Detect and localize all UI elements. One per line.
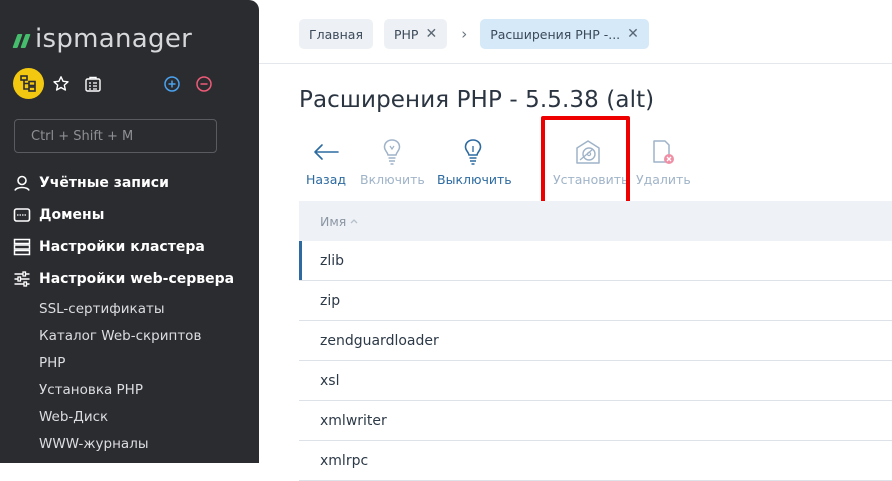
disable-button-label: Выключить [437, 172, 512, 187]
nav-item-cluster-settings[interactable]: Настройки кластера [13, 236, 205, 258]
nav-item-accounts[interactable]: Учётные записи [13, 172, 169, 194]
sidebar: ispmanager Ctrl + Shift + M Учётные запи… [0, 0, 259, 463]
tree-icon [20, 75, 36, 92]
table-row[interactable]: zip [299, 281, 892, 321]
domain-icon [13, 208, 31, 222]
breadcrumb-php[interactable]: PHP ✕ [384, 19, 448, 49]
row-name: xmlrpc [320, 452, 369, 469]
chevron-right-icon: › [461, 25, 468, 43]
row-name: zlib [320, 252, 345, 269]
logo[interactable]: ispmanager [12, 24, 193, 54]
table-row[interactable]: xmlwriter [299, 401, 892, 441]
enable-button-label: Включить [360, 172, 425, 187]
breadcrumb-label: PHP [394, 26, 419, 42]
header-divider [259, 63, 892, 64]
logo-text: ispmanager [35, 24, 193, 54]
logo-mark-icon [12, 33, 31, 48]
nav-item-label: Настройки кластера [39, 239, 205, 255]
column-header-name[interactable]: Имя [320, 214, 346, 229]
table-row[interactable]: zendguardloader [299, 321, 892, 361]
breadcrumb-home[interactable]: Главная [299, 19, 373, 49]
table-row[interactable]: xmlrpc [299, 441, 892, 481]
add-circle-icon[interactable] [163, 75, 181, 93]
breadcrumb: Главная PHP ✕ › Расширения PHP -... ✕ [299, 19, 660, 49]
user-icon [14, 175, 30, 191]
breadcrumb-label: Главная [309, 26, 363, 42]
table-header[interactable]: Имя [299, 201, 892, 241]
lightbulb-on-icon [383, 139, 401, 165]
page-title: Расширения PHP - 5.5.38 (alt) [299, 87, 655, 113]
delete-button[interactable]: Удалить [636, 136, 691, 187]
row-name: zip [320, 292, 341, 309]
delete-icon [653, 140, 674, 164]
back-button-label: Назад [305, 172, 346, 187]
close-icon[interactable]: ✕ [627, 26, 639, 42]
quick-actions [13, 68, 243, 100]
arrow-left-icon [314, 144, 339, 160]
sub-item-web-scripts-catalog[interactable]: Каталог Web-скриптов [39, 328, 201, 344]
close-icon[interactable]: ✕ [425, 26, 437, 42]
server-rack-icon [13, 238, 31, 256]
nav-item-label: Домены [39, 207, 105, 223]
sub-item-php[interactable]: PHP [39, 355, 65, 371]
sub-item-ssl-certificates[interactable]: SSL-сертификаты [39, 301, 165, 317]
row-name: xsl [320, 372, 340, 389]
dashboard-icon[interactable] [84, 75, 102, 93]
sub-item-www-logs[interactable]: WWW-журналы [39, 436, 148, 452]
remove-circle-icon[interactable] [195, 75, 213, 93]
nav-item-webserver-settings[interactable]: Настройки web-сервера [13, 268, 234, 290]
sub-item-php-install[interactable]: Установка PHP [39, 382, 143, 398]
sub-item-web-disk[interactable]: Web-Диск [39, 409, 108, 425]
nav-item-domains[interactable]: Домены [13, 204, 104, 226]
sliders-icon [14, 271, 30, 287]
breadcrumb-php-extensions[interactable]: Расширения PHP -... ✕ [480, 19, 649, 49]
delete-button-label: Удалить [636, 172, 691, 187]
back-button[interactable]: Назад [303, 136, 349, 187]
menu-search-input[interactable] [14, 119, 217, 153]
lightbulb-off-icon [464, 139, 482, 165]
nav-item-label: Настройки web-сервера [39, 271, 235, 287]
disable-button[interactable]: Выключить [437, 136, 512, 187]
sort-asc-icon[interactable] [349, 217, 359, 225]
star-icon[interactable] [52, 75, 70, 93]
row-name: zendguardloader [320, 332, 439, 349]
row-name: xmlwriter [320, 412, 387, 429]
breadcrumb-label: Расширения PHP -... [490, 26, 621, 42]
extensions-table: Имя zlib zip zendguardloader xsl xmlwrit… [299, 201, 892, 481]
table-row[interactable]: xsl [299, 361, 892, 401]
enable-button[interactable]: Включить [360, 136, 425, 187]
table-row[interactable]: zlib [299, 241, 892, 281]
highlight-box [541, 116, 630, 205]
nav-item-label: Учётные записи [39, 175, 169, 191]
tree-menu-button[interactable] [13, 68, 44, 99]
